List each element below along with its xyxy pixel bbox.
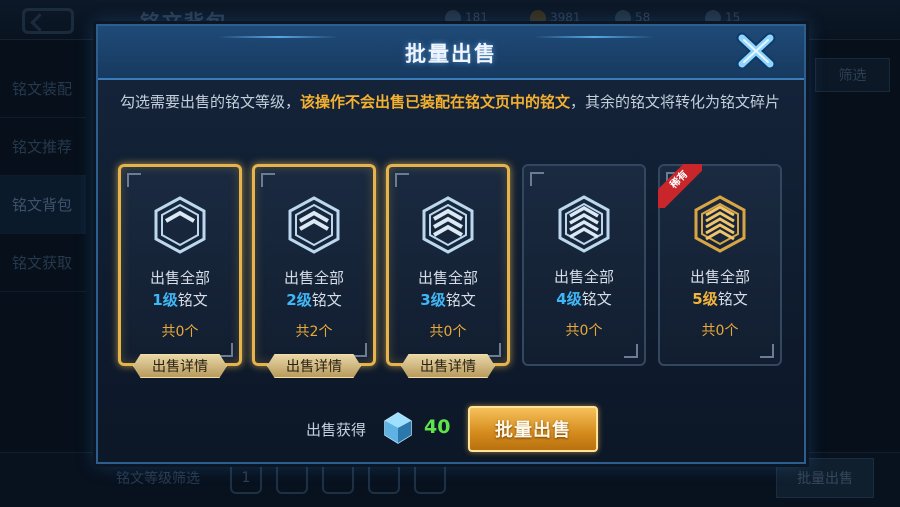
level-card-2[interactable]: 出售全部 2级铭文 共2个 [252,164,376,366]
level-card-1[interactable]: 出售全部 1级铭文 共0个 [118,164,242,366]
level-2-hex-icon [288,196,340,254]
level-3-hex-icon [422,196,474,254]
notice-warning: 该操作不会出售已装配在铭文页中的铭文 [300,93,571,111]
batch-sell-dialog: 批量出售 勾选需要出售的铭文等级，该操作不会出售已装配在铭文页中的铭文，其余的铭… [96,24,806,464]
level-card-3[interactable]: 出售全部 3级铭文 共0个 [386,164,510,366]
level-1-hex-icon [154,196,206,254]
sell-detail-button-3[interactable]: 出售详情 [401,354,495,378]
sell-notice: 勾选需要出售的铭文等级，该操作不会出售已装配在铭文页中的铭文，其余的铭文将转化为… [120,93,781,111]
level-card-5[interactable]: 稀有 出售全部 5级铭文 共0个 [658,164,782,366]
card-count: 共0个 [565,323,603,339]
level-card-4[interactable]: 出售全部 4级铭文 共0个 [522,164,646,366]
close-button[interactable] [732,30,780,72]
earn-value: 40 [424,416,451,438]
level-4-hex-icon [558,195,610,253]
sell-detail-button-1[interactable]: 出售详情 [133,354,227,378]
level-5-hex-icon [694,195,746,253]
close-icon [736,32,776,70]
earn-label: 出售获得 [306,421,367,439]
card-count: 共0个 [429,324,467,340]
dialog-title: 批量出售 [405,42,497,66]
crystal-icon [384,412,412,444]
card-count: 共0个 [701,323,739,339]
card-count: 共0个 [161,324,199,340]
card-count: 共2个 [295,324,333,340]
dialog-header: 批量出售 [98,26,804,80]
sell-detail-button-2[interactable]: 出售详情 [267,354,361,378]
batch-sell-button[interactable]: 批量出售 [468,406,598,452]
